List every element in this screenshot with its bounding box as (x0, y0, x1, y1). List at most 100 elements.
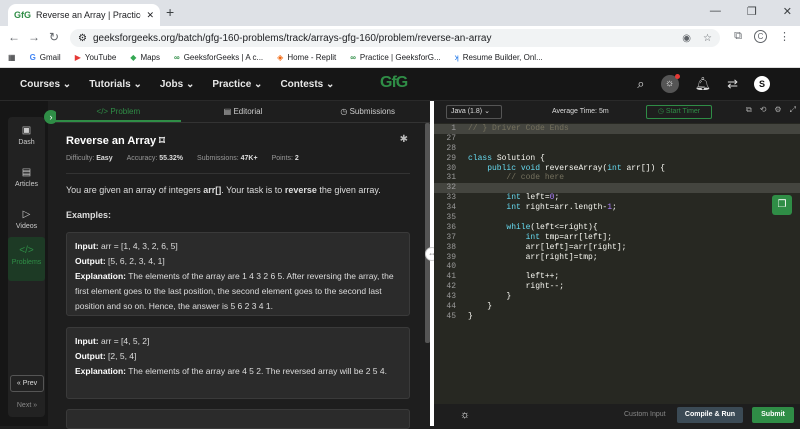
minimize-icon[interactable]: — (710, 5, 721, 18)
left-rail: ▣ Dash ▤ Articles ▷ Videos </> Problems « Pr… (0, 101, 48, 426)
user-avatar[interactable]: S (754, 76, 770, 92)
problem-meta: Difficulty: Easy Accuracy: 55.32% Submis… (66, 155, 299, 162)
code-line[interactable]: 31 // code here (434, 173, 800, 183)
video-icon: ▷ (22, 209, 31, 220)
gfg-icon: ∞ (350, 53, 356, 62)
bookmark-youtube[interactable]: ▶ YouTube (75, 53, 117, 62)
profile-avatar[interactable]: C (754, 30, 767, 43)
back-icon[interactable]: ← (4, 30, 24, 44)
bug-report-icon[interactable]: ✱ (400, 134, 408, 145)
reload-icon[interactable]: ↻ (44, 30, 64, 44)
code-line[interactable]: 34 int right=arr.length-1; (434, 203, 800, 213)
search-icon[interactable]: ⌕ (637, 76, 644, 92)
code-text: } (468, 292, 512, 302)
browser-menu-icon[interactable]: ⋮ (779, 30, 790, 43)
code-text: arr[left]=arr[right]; (468, 242, 627, 252)
copy-icon[interactable]: ⧉ (746, 105, 752, 115)
document-icon: ▤ (223, 107, 234, 116)
example-box: Input: arr = [1, 4, 3, 2, 6, 5] Output: … (66, 232, 410, 316)
site-info-icon[interactable]: ⚙ (78, 33, 87, 44)
nav-jobs[interactable]: Jobs ⌄ (160, 79, 195, 90)
code-line[interactable]: 43 } (434, 292, 800, 302)
bookmark-gmail[interactable]: G Gmail (30, 53, 61, 62)
code-line[interactable]: 37 int tmp=arr[left]; (434, 233, 800, 243)
nav-contests[interactable]: Contests ⌄ (280, 79, 334, 90)
chat-icon[interactable]: ❐ (772, 195, 792, 215)
code-line[interactable]: 42 right--; (434, 282, 800, 292)
bookmark-practice[interactable]: ∞ Practice | GeeksforG... (350, 53, 440, 62)
code-line[interactable]: 28 (434, 144, 800, 154)
gfg-logo[interactable]: GfG (380, 74, 408, 92)
nav-courses[interactable]: Courses ⌄ (20, 79, 71, 90)
bookmark-maps[interactable]: ◆ Maps (130, 53, 160, 62)
maximize-icon[interactable]: ❐ (747, 5, 757, 18)
code-line[interactable]: 35 (434, 213, 800, 223)
code-text: // } Driver Code Ends (468, 124, 569, 133)
forward-icon[interactable]: → (24, 30, 44, 44)
tab-problem[interactable]: </> Problem (56, 101, 181, 122)
nav-practice[interactable]: Practice ⌄ (212, 79, 262, 90)
bookmark-replit[interactable]: ◈ Home - Replit (277, 53, 336, 62)
language-select[interactable]: Java (1.8) ⌄ (446, 105, 502, 119)
google-icon: G (29, 53, 36, 62)
gear-icon[interactable]: ☼ (660, 74, 680, 93)
line-number: 44 (446, 302, 456, 312)
address-bar[interactable]: ⚙ geeksforgeeks.org/batch/gfg-160-proble… (70, 29, 720, 47)
code-line[interactable]: 32 (434, 183, 800, 194)
code-text: while(left<=right){ (506, 222, 598, 232)
code-line[interactable]: 30 public void reverseArray(int arr[]) { (434, 164, 800, 174)
bookmark-resume[interactable]: ʞ Resume Builder, Onl... (455, 53, 543, 62)
rail-problems[interactable]: </> Problems (8, 237, 45, 281)
code-text: } (468, 311, 473, 321)
theme-toggle-icon[interactable]: ☼ (460, 409, 470, 421)
close-tab-icon[interactable]: ✕ (146, 10, 154, 21)
bookmark-gfg[interactable]: ∞ GeeksforGeeks | A c... (174, 53, 263, 62)
tab-submissions[interactable]: ◷ Submissions (305, 101, 430, 122)
code-line[interactable]: 1 // } Driver Code Ends (434, 124, 800, 134)
code-text: public void reverseArray(int arr[]) { (487, 163, 665, 173)
bookmark-icon[interactable]: ⌑ (159, 135, 165, 147)
prev-button[interactable]: « Prev (10, 375, 44, 392)
code-line[interactable]: 33 int left=0; (434, 193, 800, 203)
reset-icon[interactable]: ⟲ (760, 105, 767, 115)
rail-articles[interactable]: ▤ Articles (8, 167, 45, 188)
bell-icon[interactable]: 🔔︎ (695, 76, 712, 92)
translate-icon[interactable]: ⇄ (727, 76, 738, 92)
example-box (66, 409, 410, 429)
submit-button[interactable]: Submit (752, 407, 794, 423)
code-line[interactable]: 41 left++; (434, 272, 800, 282)
line-number: 37 (446, 232, 456, 242)
close-window-icon[interactable]: ✕ (783, 5, 792, 18)
example-box: Input: arr = [4, 5, 2] Output: [2, 5, 4]… (66, 327, 410, 399)
code-line[interactable]: 27 (434, 134, 800, 144)
nav-tutorials[interactable]: Tutorials ⌄ (89, 79, 142, 90)
settings-icon[interactable]: ⚙ (774, 105, 781, 115)
code-line[interactable]: 38 arr[left]=arr[right]; (434, 243, 800, 253)
code-line[interactable]: 40 (434, 262, 800, 272)
fullscreen-icon[interactable]: ⤢ (790, 105, 796, 115)
resume-icon: ʞ (454, 53, 459, 62)
apps-grid-icon[interactable]: ▦ (8, 53, 16, 62)
code-area[interactable]: 1 // } Driver Code Ends 27 28 29 class Soluti… (434, 124, 800, 364)
rail-dash[interactable]: ▣ Dash (8, 125, 45, 146)
code-line[interactable]: 45} (434, 312, 800, 322)
code-line[interactable]: 44 } (434, 302, 800, 312)
browser-tab[interactable]: GfG Reverse an Array | Practice | Ge ✕ (8, 4, 160, 26)
compile-run-button[interactable]: Compile & Run (677, 407, 743, 423)
start-timer-button[interactable]: ◷ Start Timer (646, 105, 712, 119)
next-button[interactable]: Next » (10, 398, 44, 415)
problem-description: You are given an array of integers arr[]… (66, 185, 381, 195)
bookmark-star-icon[interactable]: ☆ (703, 33, 712, 44)
code-line[interactable]: 36 while(left<=right){ (434, 223, 800, 233)
line-number: 38 (446, 242, 456, 252)
tab-editorial[interactable]: ▤ Editorial (181, 101, 306, 122)
eye-icon[interactable]: ◉ (682, 33, 691, 44)
code-editor-panel: Java (1.8) ⌄ Average Time: 5m ◷ Start Ti… (434, 101, 800, 426)
rail-videos[interactable]: ▷ Videos (8, 209, 45, 230)
new-tab-button[interactable]: + (166, 4, 174, 20)
extensions-icon[interactable]: ⧉ (734, 30, 742, 43)
code-line[interactable]: 29 class Solution { (434, 154, 800, 164)
custom-input-button[interactable]: Custom Input (624, 411, 666, 418)
code-line[interactable]: 39 arr[right]=tmp; (434, 253, 800, 263)
